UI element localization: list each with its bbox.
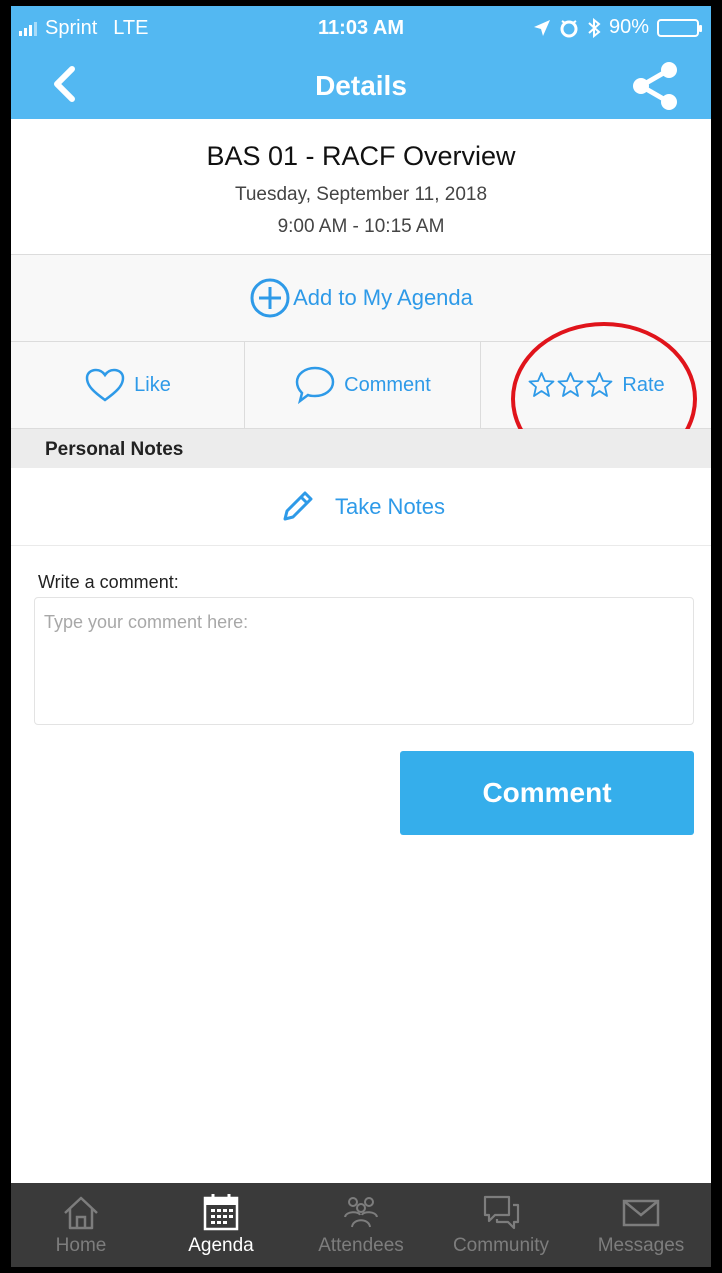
top-bar: Sprint LTE 11:03 AM 90% Details xyxy=(11,6,711,119)
session-title: BAS 01 - RACF Overview xyxy=(206,141,516,171)
screen: Sprint LTE 11:03 AM 90% Details BAS 01 -… xyxy=(11,6,711,1267)
comment-label: Write a comment: xyxy=(38,572,179,592)
plus-circle-icon xyxy=(250,278,290,318)
location-arrow-icon xyxy=(533,19,550,36)
status-right: 90% xyxy=(533,16,702,39)
tab-messages[interactable]: Messages xyxy=(571,1183,711,1267)
tab-home[interactable]: Home xyxy=(11,1183,151,1267)
tab-label: Attendees xyxy=(318,1235,404,1256)
bluetooth-icon xyxy=(588,17,601,38)
personal-notes-header: Personal Notes xyxy=(11,429,711,468)
status-bar: Sprint LTE 11:03 AM 90% xyxy=(11,6,711,50)
like-button[interactable]: Like xyxy=(11,342,245,428)
battery-percent: 90% xyxy=(608,16,649,38)
tab-community[interactable]: Community xyxy=(431,1183,571,1267)
phone-frame: Sprint LTE 11:03 AM 90% Details BAS 01 -… xyxy=(0,0,722,1273)
comment-action-button[interactable]: Comment xyxy=(245,342,481,428)
chat-bubbles-icon xyxy=(483,1195,520,1230)
nav-bar: Details xyxy=(11,50,711,119)
add-to-agenda-button[interactable]: Add to My Agenda xyxy=(11,255,711,342)
comment-action-label: Comment xyxy=(344,373,431,396)
session-header: BAS 01 - RACF Overview Tuesday, Septembe… xyxy=(11,119,711,255)
tab-bar: Home Agenda Attendees Community Messages xyxy=(11,1183,711,1267)
tab-label: Agenda xyxy=(188,1235,254,1256)
stars xyxy=(527,371,614,399)
rate-label: Rate xyxy=(622,373,665,396)
like-label: Like xyxy=(134,373,171,396)
page-title: Details xyxy=(315,70,407,101)
comment-submit-button[interactable]: Comment xyxy=(400,751,694,835)
comment-box xyxy=(34,597,694,725)
take-notes-button[interactable]: Take Notes xyxy=(11,468,711,546)
battery-icon xyxy=(657,18,702,37)
alarm-icon xyxy=(560,19,578,37)
people-icon xyxy=(344,1197,378,1228)
pencil-icon xyxy=(283,491,313,520)
calendar-icon xyxy=(203,1194,239,1231)
tab-label: Home xyxy=(55,1235,107,1256)
share-icon[interactable] xyxy=(629,60,681,112)
tab-label: Messages xyxy=(597,1235,685,1256)
tab-label: Community xyxy=(452,1235,550,1256)
rate-button[interactable]: Rate xyxy=(481,342,711,428)
tab-attendees[interactable]: Attendees xyxy=(291,1183,431,1267)
take-notes-label: Take Notes xyxy=(334,493,446,519)
tab-agenda[interactable]: Agenda xyxy=(151,1183,291,1267)
envelope-icon xyxy=(622,1199,660,1227)
heart-icon xyxy=(85,368,125,402)
star-icon xyxy=(586,372,613,397)
session-time: 9:00 AM - 10:15 AM xyxy=(277,216,445,237)
home-icon xyxy=(64,1196,98,1230)
star-icon xyxy=(528,372,555,397)
session-date: Tuesday, September 11, 2018 xyxy=(234,184,488,205)
action-row: Like Comment Rate xyxy=(11,342,711,429)
speech-bubble-icon xyxy=(295,366,335,405)
comment-input[interactable] xyxy=(44,612,684,710)
star-icon xyxy=(557,372,584,397)
add-to-agenda-label: Add to My Agenda xyxy=(293,285,473,310)
